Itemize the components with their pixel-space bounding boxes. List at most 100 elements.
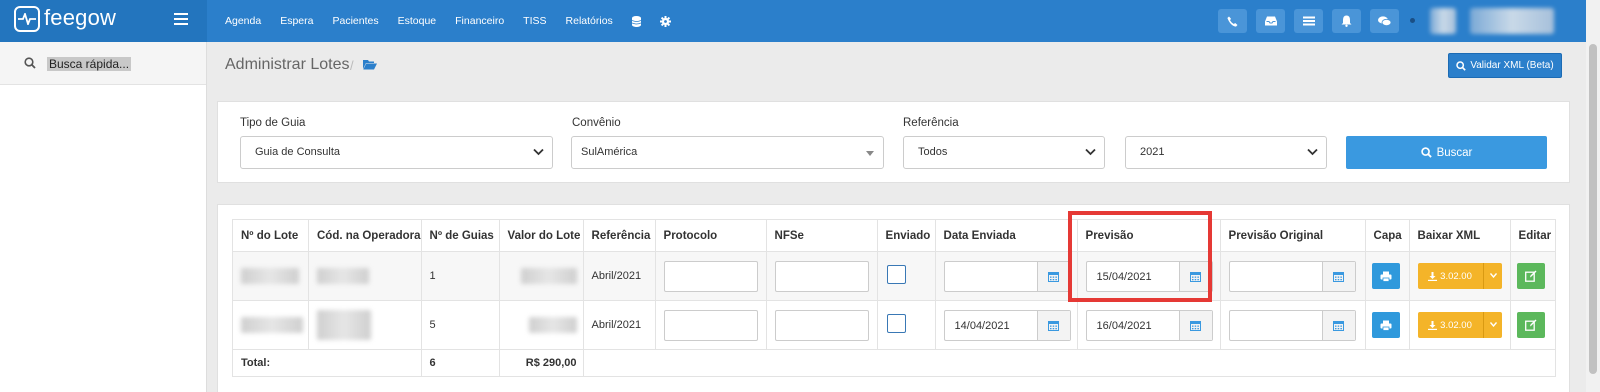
calendar-icon[interactable] (1036, 311, 1070, 340)
convenio-select[interactable]: SulAmérica (571, 136, 884, 169)
brand-name: feegow (44, 5, 117, 30)
capa-cell (1364, 251, 1410, 301)
quick-search-label: Busca rápida... (47, 57, 132, 71)
previsao-original-input[interactable] (1228, 310, 1356, 341)
data-enviada-value: 14/04/2021 (954, 320, 1010, 332)
nfse-input[interactable] (774, 261, 869, 292)
redacted-valor (528, 317, 577, 333)
referencia-year-select[interactable]: 2021 (1125, 136, 1327, 169)
protocolo-input[interactable] (663, 261, 758, 292)
table-header-row: Nº do Lote Cód. na Operadora Nº de Guias… (232, 219, 1556, 252)
edit-icon (1524, 319, 1537, 331)
redacted-cod-operadora (317, 310, 371, 340)
chevron-down-icon[interactable] (1489, 273, 1497, 278)
search-icon (1420, 147, 1432, 158)
calendar-icon[interactable] (1321, 262, 1355, 291)
print-icon (1380, 271, 1392, 282)
nav-relatorios[interactable]: Relatórios (566, 15, 613, 27)
phone-button[interactable] (1218, 9, 1247, 33)
chevron-down-icon (1085, 148, 1096, 156)
breadcrumb-separator: / (350, 58, 354, 73)
nav-agenda[interactable]: Agenda (225, 15, 261, 27)
col-header-valor: Valor do Lote (498, 219, 584, 252)
nav-espera[interactable]: Espera (280, 15, 313, 27)
data-enviada-input[interactable]: 14/04/2021 (943, 310, 1071, 341)
guias-cell: 1 (420, 251, 500, 301)
editar-cell (1509, 300, 1556, 350)
enviado-checkbox[interactable] (886, 314, 906, 333)
feegow-logo-icon (14, 6, 40, 32)
col-header-guias: Nº de Guias (420, 219, 500, 252)
previsao-original-cell (1219, 251, 1366, 301)
list-button[interactable] (1294, 9, 1323, 33)
previsao-original-input[interactable] (1228, 261, 1356, 292)
previsao-cell: 16/04/2021 (1076, 300, 1221, 350)
edit-icon (1524, 270, 1537, 282)
download-xml-button[interactable]: 3.02.00 (1417, 312, 1502, 338)
scrollbar[interactable] (1586, 0, 1600, 392)
total-filler (582, 349, 1556, 377)
tipo-guia-select[interactable]: Guia de Consulta (240, 136, 553, 169)
calendar-icon[interactable] (1178, 311, 1212, 340)
tipo-guia-value: Guia de Consulta (255, 146, 340, 158)
protocolo-input[interactable] (663, 310, 758, 341)
redacted-lote-number (241, 317, 303, 333)
quick-search[interactable]: Busca rápida... (0, 42, 206, 85)
print-capa-button[interactable] (1371, 263, 1400, 289)
calendar-icon[interactable] (1036, 262, 1070, 291)
inbox-button[interactable] (1256, 9, 1285, 33)
validate-xml-button[interactable]: Validar XML (Beta) (1448, 53, 1562, 78)
chat-button[interactable] (1370, 9, 1399, 33)
col-header-lote: Nº do Lote (232, 219, 309, 252)
previsao-input[interactable]: 16/04/2021 (1085, 310, 1213, 341)
protocolo-cell (654, 300, 767, 350)
sidebar: Busca rápida... (0, 42, 207, 392)
scroll-thumb[interactable] (1589, 44, 1597, 374)
nfse-cell (765, 300, 878, 350)
col-header-capa: Capa (1364, 219, 1410, 252)
nav-financeiro[interactable]: Financeiro (455, 15, 504, 27)
redacted-lote-number (241, 268, 299, 284)
redacted-valor (520, 268, 577, 284)
nav-estoque[interactable]: Estoque (398, 15, 437, 27)
menu-toggle-icon[interactable] (174, 13, 188, 25)
editar-cell (1509, 251, 1556, 301)
main-nav: Agenda Espera Pacientes Estoque Financei… (225, 0, 690, 42)
enviado-checkbox[interactable] (886, 265, 906, 284)
guias-cell: 5 (420, 300, 500, 350)
previsao-value: 16/04/2021 (1096, 320, 1152, 332)
convenio-value: SulAmérica (581, 146, 638, 158)
download-xml-button[interactable]: 3.02.00 (1417, 263, 1502, 289)
referencia-month-select[interactable]: Todos (903, 136, 1105, 169)
col-header-previsao-original: Previsão Original (1219, 219, 1366, 252)
data-enviada-cell: 14/04/2021 (934, 300, 1078, 350)
chevron-down-icon[interactable] (1489, 322, 1497, 327)
total-label: Total: (232, 349, 422, 377)
print-capa-button[interactable] (1371, 312, 1400, 338)
convenio-label: Convênio (572, 117, 621, 129)
enviado-cell (876, 300, 936, 350)
lote-number-cell (232, 300, 309, 350)
col-header-protocolo: Protocolo (654, 219, 767, 252)
chat-icon (1378, 15, 1391, 26)
edit-button[interactable] (1516, 312, 1545, 338)
nav-tiss[interactable]: TISS (523, 15, 546, 27)
edit-button[interactable] (1516, 263, 1545, 289)
col-header-data-enviada: Data Enviada (934, 219, 1078, 252)
table-row: 5 Abril/2021 14/04/2021 16/04/2021 3.02.… (232, 300, 1556, 350)
search-button[interactable]: Buscar (1346, 136, 1547, 169)
top-navbar: feegow Agenda Espera Pacientes Estoque F… (0, 0, 1600, 42)
cod-operadora-cell (308, 251, 422, 301)
lote-number-cell (232, 251, 309, 301)
calendar-icon[interactable] (1321, 311, 1355, 340)
avatar[interactable] (1430, 8, 1456, 34)
user-name[interactable] (1470, 8, 1554, 34)
data-enviada-input[interactable] (943, 261, 1071, 292)
notifications-button[interactable] (1332, 9, 1361, 33)
nfse-input[interactable] (774, 310, 869, 341)
phone-icon (1227, 16, 1238, 27)
database-icon[interactable] (631, 15, 641, 27)
chevron-down-icon (533, 148, 544, 156)
gear-icon[interactable] (659, 15, 671, 27)
nav-pacientes[interactable]: Pacientes (332, 15, 378, 27)
